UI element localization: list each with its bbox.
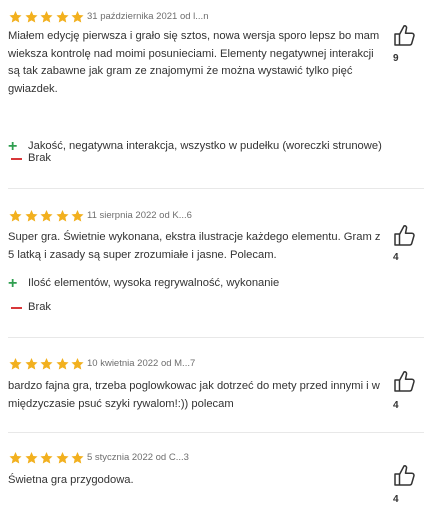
vote-count: 4 [393,400,399,411]
rating-stars [8,10,86,24]
thumbs-up-icon[interactable] [392,222,418,248]
star-icon [55,451,70,465]
minus-icon [8,299,28,316]
star-icon [55,357,70,371]
vote-count: 4 [393,252,399,263]
star-icon [24,357,39,371]
review-cons-text: Brak [28,301,52,313]
review-text: Super gra. Świetnie wykonana, ekstra ilu… [8,231,381,261]
review-cons: Brak [8,150,388,168]
review-item: 5 stycznia 2022 od C...3 Świetna gra prz… [0,433,424,512]
rating-stars [8,451,86,465]
star-icon [70,357,85,371]
plus-icon: + [8,275,18,292]
star-icon [8,10,23,24]
minus-icon [8,150,28,167]
review-pros: + Ilość elementów, wysoka regrywalność, … [8,275,388,293]
review-cons-text: Brak [28,152,52,164]
review-text: Miałem edycję pierwsza i grało się sztos… [8,30,380,95]
review-text: Świetna gra przygodowa. [8,474,134,486]
review-meta: 5 stycznia 2022 od C...3 [87,452,189,463]
vote-count: 9 [393,53,399,64]
star-icon [39,209,54,223]
review-meta: 10 kwietnia 2022 od M...7 [87,358,196,369]
star-icon [70,10,85,24]
star-icon [39,357,54,371]
review-item: 10 kwietnia 2022 od M...7 bardzo fajna g… [0,338,424,431]
review-pros-text: Ilość elementów, wysoka regrywalność, wy… [28,277,280,289]
star-icon [24,10,39,24]
review-cons: Brak [8,299,388,317]
review-text: bardzo fajna gra, trzeba poglowkowac jak… [8,380,380,410]
star-icon [55,10,70,24]
review-item: 31 października 2021 od l...n Miałem edy… [0,0,424,188]
star-icon [8,357,23,371]
star-icon [55,209,70,223]
vote-count: 4 [393,494,399,505]
review-item: 11 sierpnia 2022 od K...6 Super gra. Świ… [0,189,424,337]
star-icon [70,451,85,465]
rating-stars [8,209,86,223]
thumbs-up-icon[interactable] [392,368,418,394]
star-icon [24,451,39,465]
review-meta: 31 października 2021 od l...n [87,11,209,22]
star-icon [39,451,54,465]
rating-stars [8,357,86,371]
star-icon [8,209,23,223]
star-icon [8,451,23,465]
star-icon [70,209,85,223]
thumbs-up-icon[interactable] [392,462,418,488]
thumbs-up-icon[interactable] [392,22,418,48]
star-icon [39,10,54,24]
review-meta: 11 sierpnia 2022 od K...6 [87,210,192,221]
star-icon [24,209,39,223]
